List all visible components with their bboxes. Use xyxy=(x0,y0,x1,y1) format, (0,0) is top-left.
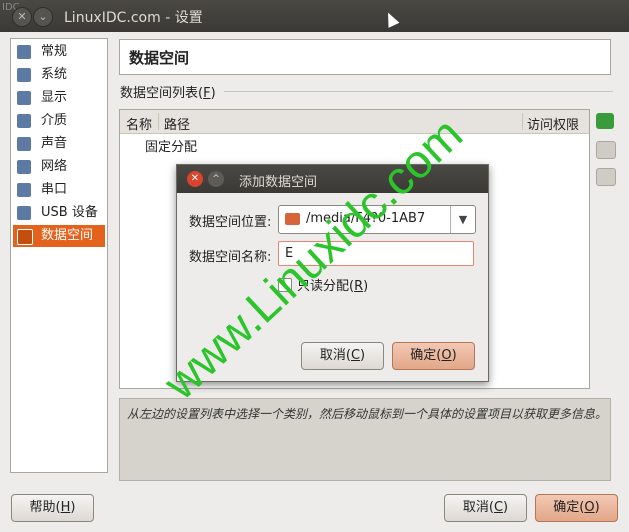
section-divider xyxy=(224,91,613,92)
category-item[interactable]: 系统 xyxy=(13,64,105,86)
category-label: 网络 xyxy=(41,159,68,174)
column-separator xyxy=(158,113,159,130)
close-window-icon[interactable]: ✕ xyxy=(12,7,32,27)
dialog-close-icon[interactable]: ✕ xyxy=(187,171,203,187)
category-item[interactable]: 显示 xyxy=(13,87,105,109)
folder-name-label: 数据空间名称: xyxy=(189,250,272,265)
category-item[interactable]: USB 设备 xyxy=(13,202,105,224)
chevron-down-icon[interactable]: ▼ xyxy=(450,206,475,233)
category-label: 数据空间 xyxy=(41,228,94,243)
add-shared-folder-icon[interactable] xyxy=(596,113,614,129)
window-titlebar: IDC ✕ ⌄ LinuxIDC.com - 设置 xyxy=(0,0,629,32)
folder-icon xyxy=(285,213,300,225)
column-name[interactable]: 名称 xyxy=(126,114,152,133)
mouse-cursor-icon xyxy=(382,10,400,28)
category-label: 声音 xyxy=(41,136,68,151)
category-item[interactable]: 数据空间 xyxy=(13,225,105,247)
column-path[interactable]: 路径 xyxy=(164,114,190,133)
category-item[interactable]: 常规 xyxy=(13,41,105,63)
edit-shared-folder-icon[interactable] xyxy=(596,141,616,159)
column-access[interactable]: 访问权限 xyxy=(527,114,579,133)
dialog-minimize-icon[interactable]: ^ xyxy=(208,171,224,187)
category-label: 系统 xyxy=(41,67,68,82)
section-title: 数据空间 xyxy=(129,49,190,67)
serial-icon xyxy=(17,183,31,197)
shared-folder-icon xyxy=(17,229,33,245)
remove-shared-folder-icon[interactable] xyxy=(596,168,616,186)
dialog-cancel-button[interactable]: 取消(C) xyxy=(301,342,384,370)
shared-folders-list-label: 数据空间列表(F) xyxy=(120,86,216,101)
category-item[interactable]: 声音 xyxy=(13,133,105,155)
category-label: 介质 xyxy=(41,113,68,128)
column-separator xyxy=(522,113,523,130)
category-label: 常规 xyxy=(41,44,68,59)
category-item[interactable]: 介质 xyxy=(13,110,105,132)
general-icon xyxy=(17,45,31,59)
audio-icon xyxy=(17,137,31,151)
category-list: 常规系统显示介质声音网络串口 USB 设备 数据空间 xyxy=(10,38,108,473)
network-icon xyxy=(17,160,31,174)
info-panel: 从左边的设置列表中选择一个类别，然后移动鼠标到一个具体的设置项目以获取更多信息。 xyxy=(119,398,611,481)
ok-button[interactable]: 确定(O) xyxy=(535,494,618,522)
window-title: LinuxIDC.com - 设置 xyxy=(64,10,203,26)
category-item[interactable]: 串口 xyxy=(13,179,105,201)
minimize-window-icon[interactable]: ⌄ xyxy=(33,7,53,27)
folder-path-label: 数据空间位置: xyxy=(189,215,272,230)
category-label: 串口 xyxy=(41,182,68,197)
storage-icon xyxy=(17,114,31,128)
dialog-title: 添加数据空间 xyxy=(239,175,318,190)
category-item[interactable]: 网络 xyxy=(13,156,105,178)
cancel-button[interactable]: 取消(C) xyxy=(444,494,527,522)
dialog-ok-button[interactable]: 确定(O) xyxy=(392,342,475,370)
category-label: 显示 xyxy=(41,90,68,105)
system-icon xyxy=(17,68,31,82)
group-row-fixed[interactable]: 固定分配 xyxy=(145,136,197,155)
table-header: 名称 路径 访问权限 xyxy=(120,110,589,134)
category-label: USB 设备 xyxy=(41,205,98,220)
help-button[interactable]: 帮助(H) xyxy=(11,494,94,522)
section-header: 数据空间 xyxy=(119,39,611,75)
usb-icon xyxy=(17,206,31,220)
display-icon xyxy=(17,91,31,105)
info-text: 从左边的设置列表中选择一个类别，然后移动鼠标到一个具体的设置项目以获取更多信息。 xyxy=(127,407,608,421)
